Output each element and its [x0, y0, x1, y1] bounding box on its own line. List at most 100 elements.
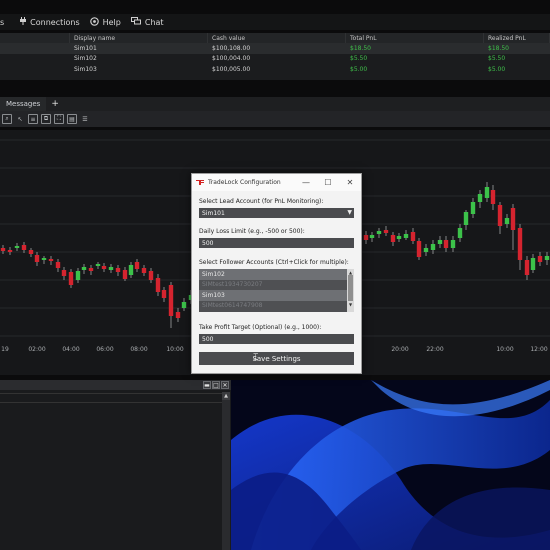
candle-down — [490, 190, 496, 204]
dialog-minimize-button[interactable]: — — [295, 174, 317, 191]
x-tick-label: 10:00 — [166, 346, 184, 353]
chevron-down-icon[interactable]: ▼ — [347, 209, 352, 216]
cell-display-name: Sim102 — [74, 55, 97, 63]
candle-down — [88, 268, 94, 271]
menu-item-label: s — [0, 17, 5, 27]
candle-up — [423, 248, 429, 252]
col-header-display-name[interactable]: Display name — [70, 33, 208, 43]
col-header-realized-pnl[interactable]: Realized PnL — [484, 33, 550, 43]
candle-up — [369, 235, 375, 238]
candle-down — [7, 250, 13, 252]
lead-account-value: Sim101 — [202, 209, 225, 217]
menu-item-connections[interactable]: Connections — [20, 17, 80, 27]
minimize-button[interactable]: ▬ — [203, 381, 211, 389]
list-item[interactable]: Sim103 — [199, 290, 354, 301]
candle-up — [128, 265, 134, 275]
zoom-fit-icon[interactable]: ⛶ — [54, 114, 64, 124]
chart-tab-bar: Messages + — [0, 97, 550, 111]
candle-up — [477, 194, 483, 202]
panel-header-row — [0, 393, 222, 403]
menu-item-label: Connections — [30, 17, 80, 27]
lead-account-label: Select Lead Account (for PnL Monitoring)… — [199, 198, 324, 205]
candle-down — [416, 241, 422, 257]
candle-down — [390, 235, 396, 242]
list-icon[interactable]: ☰ — [80, 114, 90, 124]
add-tab-button[interactable]: + — [46, 99, 64, 109]
scroll-thumb[interactable] — [348, 275, 353, 301]
dialog-close-button[interactable]: ✕ — [339, 174, 361, 191]
tab-messages[interactable]: Messages — [0, 97, 47, 111]
dialog-titlebar[interactable]: TradeLock Configuration — ☐ ✕ — [192, 174, 361, 191]
list-scrollbar[interactable]: ▲ ▼ — [347, 269, 354, 312]
x-tick-label: 19 — [1, 346, 9, 353]
candle-down — [28, 250, 34, 254]
dialog-maximize-button[interactable]: ☐ — [317, 174, 339, 191]
col-header-cash-value[interactable]: Cash value — [208, 33, 346, 43]
table-row[interactable]: Sim101 $100,108.00 $18.50 $18.50 — [0, 43, 550, 54]
cell-total-pnl: $18.50 — [350, 44, 371, 52]
output-panel: ▬ □ ✕ ▲ — [0, 380, 231, 550]
pointer-icon[interactable]: ↖ — [15, 114, 25, 124]
candle-down — [0, 248, 6, 251]
candle-up — [430, 244, 436, 250]
chart-toolstrip: ⌕ ↖ ≡ ⧉ ⛶ ▤ ☰ — [0, 111, 550, 127]
candle-down — [55, 262, 61, 268]
col-header[interactable] — [0, 33, 70, 43]
scroll-up-icon[interactable]: ▲ — [222, 392, 230, 400]
desktop: { "menubar": { "items": [ {"label": "s",… — [0, 0, 550, 550]
candle-down — [524, 260, 530, 275]
candle-down — [510, 208, 516, 230]
search-icon[interactable]: ⌕ — [2, 114, 12, 124]
candle-down — [497, 205, 503, 226]
scroll-down-icon[interactable]: ▼ — [347, 301, 354, 307]
panel-titlebar: ▬ □ ✕ — [0, 380, 231, 390]
x-tick-label: 20:00 — [391, 346, 409, 353]
close-button[interactable]: ✕ — [221, 381, 229, 389]
candle-up — [95, 264, 101, 266]
vertical-scrollbar[interactable]: ▲ — [222, 392, 230, 550]
properties-icon[interactable]: ▤ — [67, 114, 77, 124]
candle-up — [463, 212, 469, 225]
table-row[interactable]: Sim103 $100,005.00 $5.00 $5.00 — [0, 64, 550, 75]
candle-down — [68, 272, 74, 285]
list-item[interactable]: SIMtest0614747908 — [199, 301, 354, 312]
x-tick-label: 02:00 — [28, 346, 46, 353]
candle-down — [410, 232, 416, 241]
lead-account-select[interactable]: Sim101 ▼ — [199, 208, 354, 218]
candle-up — [41, 258, 47, 260]
daily-loss-input[interactable]: 500 — [199, 238, 354, 248]
candle-up — [544, 256, 550, 260]
profit-target-label: Take Profit Target (Optional) (e.g., 100… — [199, 324, 322, 331]
menu-item-workspaces[interactable]: s — [0, 18, 4, 27]
candle-down — [148, 271, 154, 280]
candle-down — [383, 230, 389, 233]
candle-down — [141, 268, 147, 273]
candle-up — [396, 236, 402, 239]
candle-up — [530, 258, 536, 270]
cell-realized-pnl: $18.50 — [488, 44, 509, 52]
candle-up — [450, 240, 456, 248]
x-tick-label: 06:00 — [96, 346, 114, 353]
document-icon[interactable]: ≡ — [28, 114, 38, 124]
follower-accounts-list[interactable]: Sim102 SIMtest1934730207 Sim103 SIMtest0… — [199, 269, 354, 312]
col-header-total-pnl[interactable]: Total PnL — [346, 33, 484, 43]
list-item[interactable]: Sim102 — [199, 269, 354, 280]
wallpaper-swirl — [231, 380, 550, 550]
table-row[interactable]: Sim102 $100,004.00 $5.50 $5.50 — [0, 54, 550, 65]
candle-up — [14, 246, 20, 248]
menu-item-help[interactable]: Help — [89, 16, 121, 28]
chat-icon — [130, 17, 141, 27]
list-item[interactable]: SIMtest1934730207 — [199, 280, 354, 291]
menu-item-chat[interactable]: Chat — [130, 17, 164, 27]
profit-target-value: 500 — [202, 335, 214, 343]
candle-down — [168, 285, 174, 316]
candle-down — [115, 268, 121, 272]
candle-down — [48, 259, 54, 261]
x-tick-label: 10:00 — [496, 346, 514, 353]
copy-icon[interactable]: ⧉ — [41, 114, 51, 124]
profit-target-input[interactable]: 500 — [199, 334, 354, 344]
mouse-cursor-icon: ⌶ — [253, 353, 259, 363]
candle-down — [134, 262, 140, 269]
save-settings-button[interactable]: Save Settings ⌶ — [199, 352, 354, 365]
maximize-button[interactable]: □ — [212, 381, 220, 389]
